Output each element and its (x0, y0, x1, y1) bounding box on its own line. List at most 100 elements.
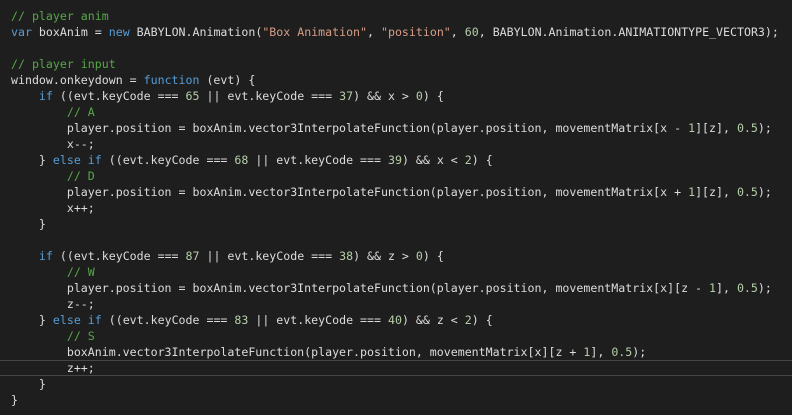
code-token-plain: ) && x < (401, 153, 465, 167)
code-token-number: 2 (464, 313, 472, 327)
code-token-plain: x++; (11, 201, 95, 215)
code-token-comment: // player input (11, 57, 116, 71)
code-token-comment: // A (66, 105, 95, 119)
code-token-plain: ], (590, 345, 612, 359)
code-line[interactable]: // player anim (11, 8, 792, 24)
code-token-plain: ((evt.keyCode === (101, 153, 235, 167)
code-token-plain: ); (757, 185, 772, 199)
code-token-plain: , BABYLON.Animation.ANIMATIONTYPE_VECTOR… (478, 25, 779, 39)
code-token-number: 0.5 (736, 281, 758, 295)
code-token-number: 1 (688, 121, 696, 135)
code-line[interactable]: } (11, 216, 792, 232)
code-token-number: 65 (185, 89, 200, 103)
code-line[interactable]: // W (11, 264, 792, 280)
code-line[interactable]: } (11, 392, 792, 408)
code-token-plain: ); (632, 345, 647, 359)
code-line[interactable]: player.position = boxAnim.vector3Interpo… (11, 184, 792, 200)
code-token-plain: || evt.keyCode === (248, 153, 388, 167)
code-line[interactable]: z--; (11, 296, 792, 312)
code-token-plain: z--; (11, 297, 95, 311)
code-line[interactable]: // S (11, 328, 792, 344)
code-line[interactable]: x++; (11, 200, 792, 216)
code-token-plain: ((evt.keyCode === (52, 249, 186, 263)
code-line[interactable] (11, 40, 792, 56)
code-line[interactable]: // player input (11, 56, 792, 72)
code-token-plain: } (11, 393, 18, 407)
code-line[interactable]: if ((evt.keyCode === 65 || evt.keyCode =… (11, 88, 792, 104)
code-token-keyword: if (87, 153, 102, 167)
code-token-number: 0.5 (736, 185, 758, 199)
code-token-number: 68 (234, 153, 249, 167)
code-token-number: 83 (234, 313, 249, 327)
code-token-plain: z++; (11, 361, 95, 375)
code-line[interactable]: if ((evt.keyCode === 87 || evt.keyCode =… (11, 248, 792, 264)
code-token-number: 38 (339, 249, 354, 263)
code-token-plain: (evt) { (199, 73, 256, 87)
code-token-plain: player.position = boxAnim.vector3Interpo… (11, 121, 689, 135)
code-token-number: 1 (688, 185, 696, 199)
code-line[interactable]: } else if ((evt.keyCode === 68 || evt.ke… (11, 152, 792, 168)
code-token-number: 0.5 (611, 345, 633, 359)
code-token-plain: player.position = boxAnim.vector3Interpo… (11, 281, 710, 295)
code-token-plain: ) { (471, 313, 493, 327)
code-token-plain: ) { (422, 89, 444, 103)
code-token-keyword: else (52, 313, 81, 327)
code-line[interactable]: boxAnim.vector3InterpolateFunction(playe… (11, 344, 792, 360)
code-token-plain: , (450, 25, 465, 39)
code-line[interactable]: player.position = boxAnim.vector3Interpo… (11, 120, 792, 136)
code-token-plain: ) && z > (353, 249, 416, 263)
code-token-plain: boxAnim = (31, 25, 109, 39)
code-line[interactable]: var boxAnim = new BABYLON.Animation("Box… (11, 24, 792, 40)
code-token-plain: } (11, 153, 53, 167)
code-token-plain: } (11, 377, 46, 391)
code-line[interactable]: window.onkeydown = function (evt) { (11, 72, 792, 88)
code-token-number: 1 (709, 281, 716, 295)
code-line-current[interactable]: z++; (0, 360, 792, 376)
code-token-plain: } (11, 313, 53, 327)
code-editor[interactable]: // player anim var boxAnim = new BABYLON.… (0, 0, 792, 415)
code-token-plain: , (367, 25, 381, 39)
code-token-plain: boxAnim.vector3InterpolateFunction(playe… (11, 345, 584, 359)
code-token-number: 0 (415, 249, 423, 263)
code-token-number: 37 (339, 89, 354, 103)
code-line[interactable]: } else if ((evt.keyCode === 83 || evt.ke… (11, 312, 792, 328)
code-area[interactable]: // player anim var boxAnim = new BABYLON.… (0, 8, 792, 408)
code-line[interactable]: // A (11, 104, 792, 120)
code-token-plain: ) && z < (401, 313, 465, 327)
code-token-plain: } (11, 217, 46, 231)
code-token-number: 87 (185, 249, 200, 263)
code-token-keyword: if (38, 249, 53, 263)
code-line[interactable]: } (11, 376, 792, 392)
code-token-plain: ][z], (695, 185, 737, 199)
code-token-plain: player.position = boxAnim.vector3Interpo… (11, 185, 689, 199)
code-line[interactable] (11, 232, 792, 248)
code-token-plain: window.onkeydown = (11, 73, 144, 87)
code-token-plain: x--; (11, 137, 95, 151)
code-token-plain: ); (757, 281, 772, 295)
code-token-keyword: else (52, 153, 81, 167)
code-token-plain: ); (757, 121, 772, 135)
code-line[interactable]: player.position = boxAnim.vector3Interpo… (11, 280, 792, 296)
code-token-plain: || evt.keyCode === (199, 89, 340, 103)
code-token-plain: ) { (422, 249, 444, 263)
code-token-comment: // W (66, 265, 95, 279)
code-token-plain: ((evt.keyCode === (52, 89, 186, 103)
code-token-keyword: if (87, 313, 102, 327)
code-token-keyword: new (108, 25, 130, 39)
code-token-plain: ) { (471, 153, 493, 167)
code-token-keyword: var (11, 25, 32, 39)
code-token-string: "Box Animation" (262, 25, 368, 39)
code-token-plain: ][z], (695, 121, 737, 135)
code-line[interactable]: x--; (11, 136, 792, 152)
code-token-keyword: function (143, 73, 200, 87)
code-token-comment: // D (66, 169, 95, 183)
code-token-keyword: if (38, 89, 53, 103)
code-line[interactable]: // D (11, 168, 792, 184)
